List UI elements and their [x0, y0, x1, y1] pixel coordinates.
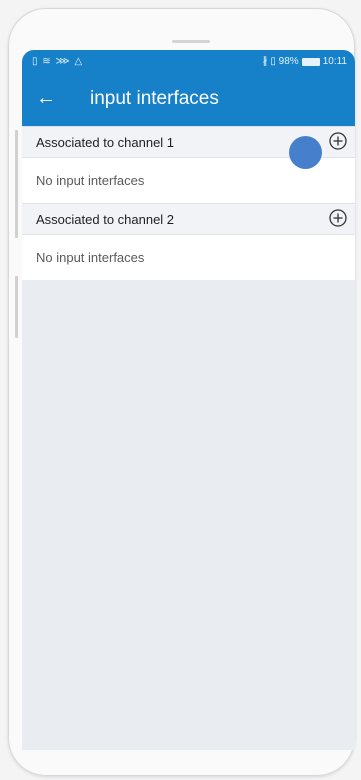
page-title: input interfaces — [90, 88, 219, 109]
volume-button — [15, 130, 18, 238]
status-icons-left: ▯ ≋ ⋙ △ — [32, 56, 84, 67]
section-header-label: Associated to channel 1 — [36, 135, 175, 150]
section-header-label: Associated to channel 2 — [36, 212, 175, 227]
add-circle-icon[interactable] — [328, 131, 348, 151]
speaker-grille — [172, 40, 210, 43]
battery-icon — [301, 57, 320, 66]
arrow-left-icon[interactable]: ← — [36, 86, 60, 110]
add-circle-icon[interactable] — [328, 208, 348, 228]
empty-message: No input interfaces — [36, 173, 145, 188]
screen: ▯ ≋ ⋙ △ ∦ ▯ 98% 10:11 ← input interfaces… — [22, 50, 355, 750]
status-time: 10:11 — [322, 56, 347, 67]
list-item-empty: No input interfaces — [22, 235, 355, 280]
phone-frame: ▯ ≋ ⋙ △ ∦ ▯ 98% 10:11 ← input interfaces… — [8, 8, 355, 776]
empty-message: No input interfaces — [36, 250, 145, 265]
app-bar: ← input interfaces — [22, 74, 355, 126]
touch-indicator — [289, 136, 322, 169]
status-bar: ▯ ≋ ⋙ △ ∦ ▯ 98% 10:11 — [22, 50, 355, 74]
status-icons-right: ∦ ▯ 98% 10:11 — [263, 56, 347, 67]
section-header-channel-2: Associated to channel 2 — [22, 203, 355, 235]
side-button — [15, 276, 18, 338]
status-indicators: ∦ ▯ 98% — [262, 56, 299, 67]
